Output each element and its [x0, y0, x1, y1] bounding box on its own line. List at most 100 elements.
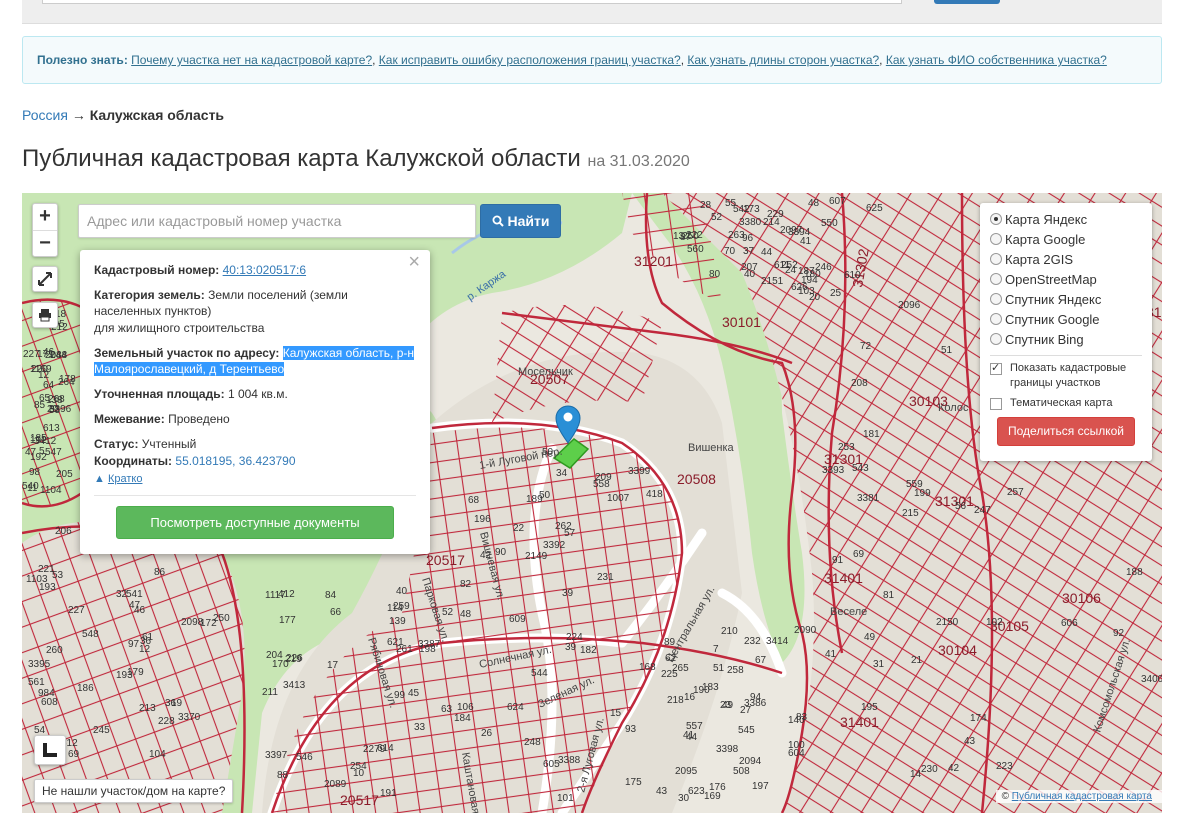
- layer-option[interactable]: Карта 2GIS: [990, 249, 1142, 269]
- cad-number-link[interactable]: 40:13:020517:6: [223, 263, 306, 277]
- parcel-number: 611: [774, 260, 790, 271]
- parcel-number: 98: [29, 467, 41, 478]
- layer-radio[interactable]: [990, 293, 1002, 305]
- parcel-number: 561: [28, 677, 45, 688]
- ruler-button[interactable]: [34, 735, 66, 765]
- parcel-number: 2089: [324, 779, 347, 790]
- parcel-number: 193: [116, 670, 133, 681]
- parcel-number: 3380: [739, 217, 762, 228]
- parcel-number: 63: [441, 704, 453, 715]
- parcel-number: 544: [531, 668, 548, 679]
- not-found-button[interactable]: Не нашли участок/дом на карте?: [34, 779, 234, 803]
- thematic-checkbox[interactable]: [990, 398, 1002, 410]
- parcel-number: 86: [154, 567, 166, 578]
- parcel-number: 248: [524, 737, 541, 748]
- parcel-number: 205: [56, 469, 73, 480]
- breadcrumb-root[interactable]: Россия: [22, 107, 68, 123]
- layer-option[interactable]: Карта Google: [990, 229, 1142, 249]
- parcel-number: 168: [639, 662, 656, 673]
- parcel-number: 508: [733, 766, 750, 777]
- zoom-out-button[interactable]: −: [33, 230, 57, 256]
- info-link-not-on-map[interactable]: Почему участка нет на кадастровой карте?: [131, 53, 372, 67]
- parcel-number: 198: [419, 644, 436, 655]
- layer-option[interactable]: Спутник Google: [990, 309, 1142, 329]
- parcel-number: 106: [457, 702, 474, 713]
- parcel-number: 2151: [761, 276, 784, 287]
- page-title-main: Публичная кадастровая карта Калужской об…: [22, 145, 581, 172]
- parcel-number: 42: [948, 763, 960, 774]
- parcel-number: 90: [495, 547, 507, 558]
- layer-radio[interactable]: [990, 333, 1002, 345]
- parcel-number: 17: [327, 660, 339, 671]
- layer-radio[interactable]: [990, 273, 1002, 285]
- popup-close-icon[interactable]: ×: [408, 252, 420, 272]
- parcel-number: 44: [761, 247, 773, 258]
- show-borders-toggle[interactable]: Показать кадастровые границы участков: [990, 361, 1142, 391]
- layer-option[interactable]: Спутник Bing: [990, 329, 1142, 349]
- top-search-button[interactable]: [934, 0, 1000, 4]
- print-button[interactable]: [32, 302, 58, 328]
- thematic-toggle[interactable]: Тематическая карта: [990, 396, 1142, 411]
- layer-option[interactable]: OpenStreetMap: [990, 269, 1142, 289]
- info-link-side-lengths[interactable]: Как узнать длины сторон участка?: [687, 53, 879, 67]
- parcel-number: 546: [296, 752, 313, 763]
- parcel-number: 43: [964, 736, 976, 747]
- search-input[interactable]: [78, 204, 476, 238]
- parcel-number: 64: [43, 380, 55, 391]
- share-link-button[interactable]: Поделиться ссылкой: [997, 417, 1135, 446]
- show-borders-checkbox[interactable]: [990, 361, 1002, 376]
- parcel-number: 613: [43, 423, 60, 434]
- search-button[interactable]: Найти: [480, 204, 561, 238]
- layer-option-label: Спутник Яндекс: [1005, 291, 1102, 307]
- cadastral-map[interactable]: 31201 30101 20507 20508 20517 31301 3130…: [22, 193, 1162, 813]
- top-search-bar-partial: [22, 0, 1162, 24]
- parcel-number: 96: [742, 233, 754, 244]
- parcel-number: 42: [480, 550, 492, 561]
- parcel-number: 7: [713, 644, 719, 655]
- parcel-number: 52: [442, 607, 454, 618]
- parcel-number: 230: [921, 764, 938, 775]
- zoom-in-button[interactable]: +: [33, 204, 57, 230]
- layer-radio[interactable]: [990, 213, 1002, 225]
- parcel-number: 231: [597, 572, 614, 583]
- parcel-number: 62: [665, 653, 677, 664]
- info-prefix: Полезно знать:: [37, 53, 128, 67]
- layer-radio[interactable]: [990, 253, 1002, 265]
- coords-value[interactable]: 55.018195, 36.423790: [175, 454, 295, 468]
- layer-radio[interactable]: [990, 313, 1002, 325]
- parcel-number: 39: [562, 588, 574, 599]
- survey-value: Проведено: [168, 412, 230, 426]
- info-link-owner-name[interactable]: Как узнать ФИО собственника участка?: [886, 53, 1107, 67]
- parcel-number: 541: [126, 589, 143, 600]
- brief-toggle[interactable]: ▲ Кратко: [94, 471, 142, 487]
- parcel-number: 140: [788, 715, 805, 726]
- quarter-20517-b: 20517: [340, 792, 379, 808]
- top-search-input[interactable]: [42, 0, 902, 4]
- parcel-number: 41: [683, 730, 695, 741]
- quarter-30101: 30101: [722, 314, 761, 330]
- layer-option[interactable]: Карта Яндекс: [990, 209, 1142, 229]
- layer-option-label: Спутник Google: [1005, 311, 1100, 327]
- parcel-number: 245: [93, 725, 110, 736]
- parcel-number: 196: [474, 514, 491, 525]
- info-link-fix-border[interactable]: Как исправить ошибку расположения границ…: [379, 53, 681, 67]
- attribution-prefix: ©: [1001, 791, 1009, 802]
- fullscreen-button[interactable]: [32, 266, 58, 292]
- zoom-control: + −: [32, 203, 58, 257]
- printer-icon: [39, 309, 51, 322]
- parcel-number: 183: [702, 682, 719, 693]
- parcel-number: 81: [883, 590, 895, 601]
- view-documents-button[interactable]: Посмотреть доступные документы: [116, 506, 394, 539]
- layer-radio[interactable]: [990, 233, 1002, 245]
- parcel-number: 104: [149, 749, 166, 760]
- parcel-number: 72: [860, 341, 872, 352]
- parcel-number: 21: [911, 655, 923, 666]
- address-label: Земельный участок по адресу:: [94, 346, 280, 360]
- layer-option[interactable]: Спутник Яндекс: [990, 289, 1142, 309]
- breadcrumb: Россия → Калужская область: [22, 107, 224, 123]
- parcel-number: 31: [873, 659, 885, 670]
- parcel-number: 40: [396, 586, 408, 597]
- parcel-number: 3395: [28, 659, 51, 670]
- attribution-link[interactable]: Публичная кадастровая карта: [1012, 791, 1152, 802]
- parcel-number: 253: [838, 442, 855, 453]
